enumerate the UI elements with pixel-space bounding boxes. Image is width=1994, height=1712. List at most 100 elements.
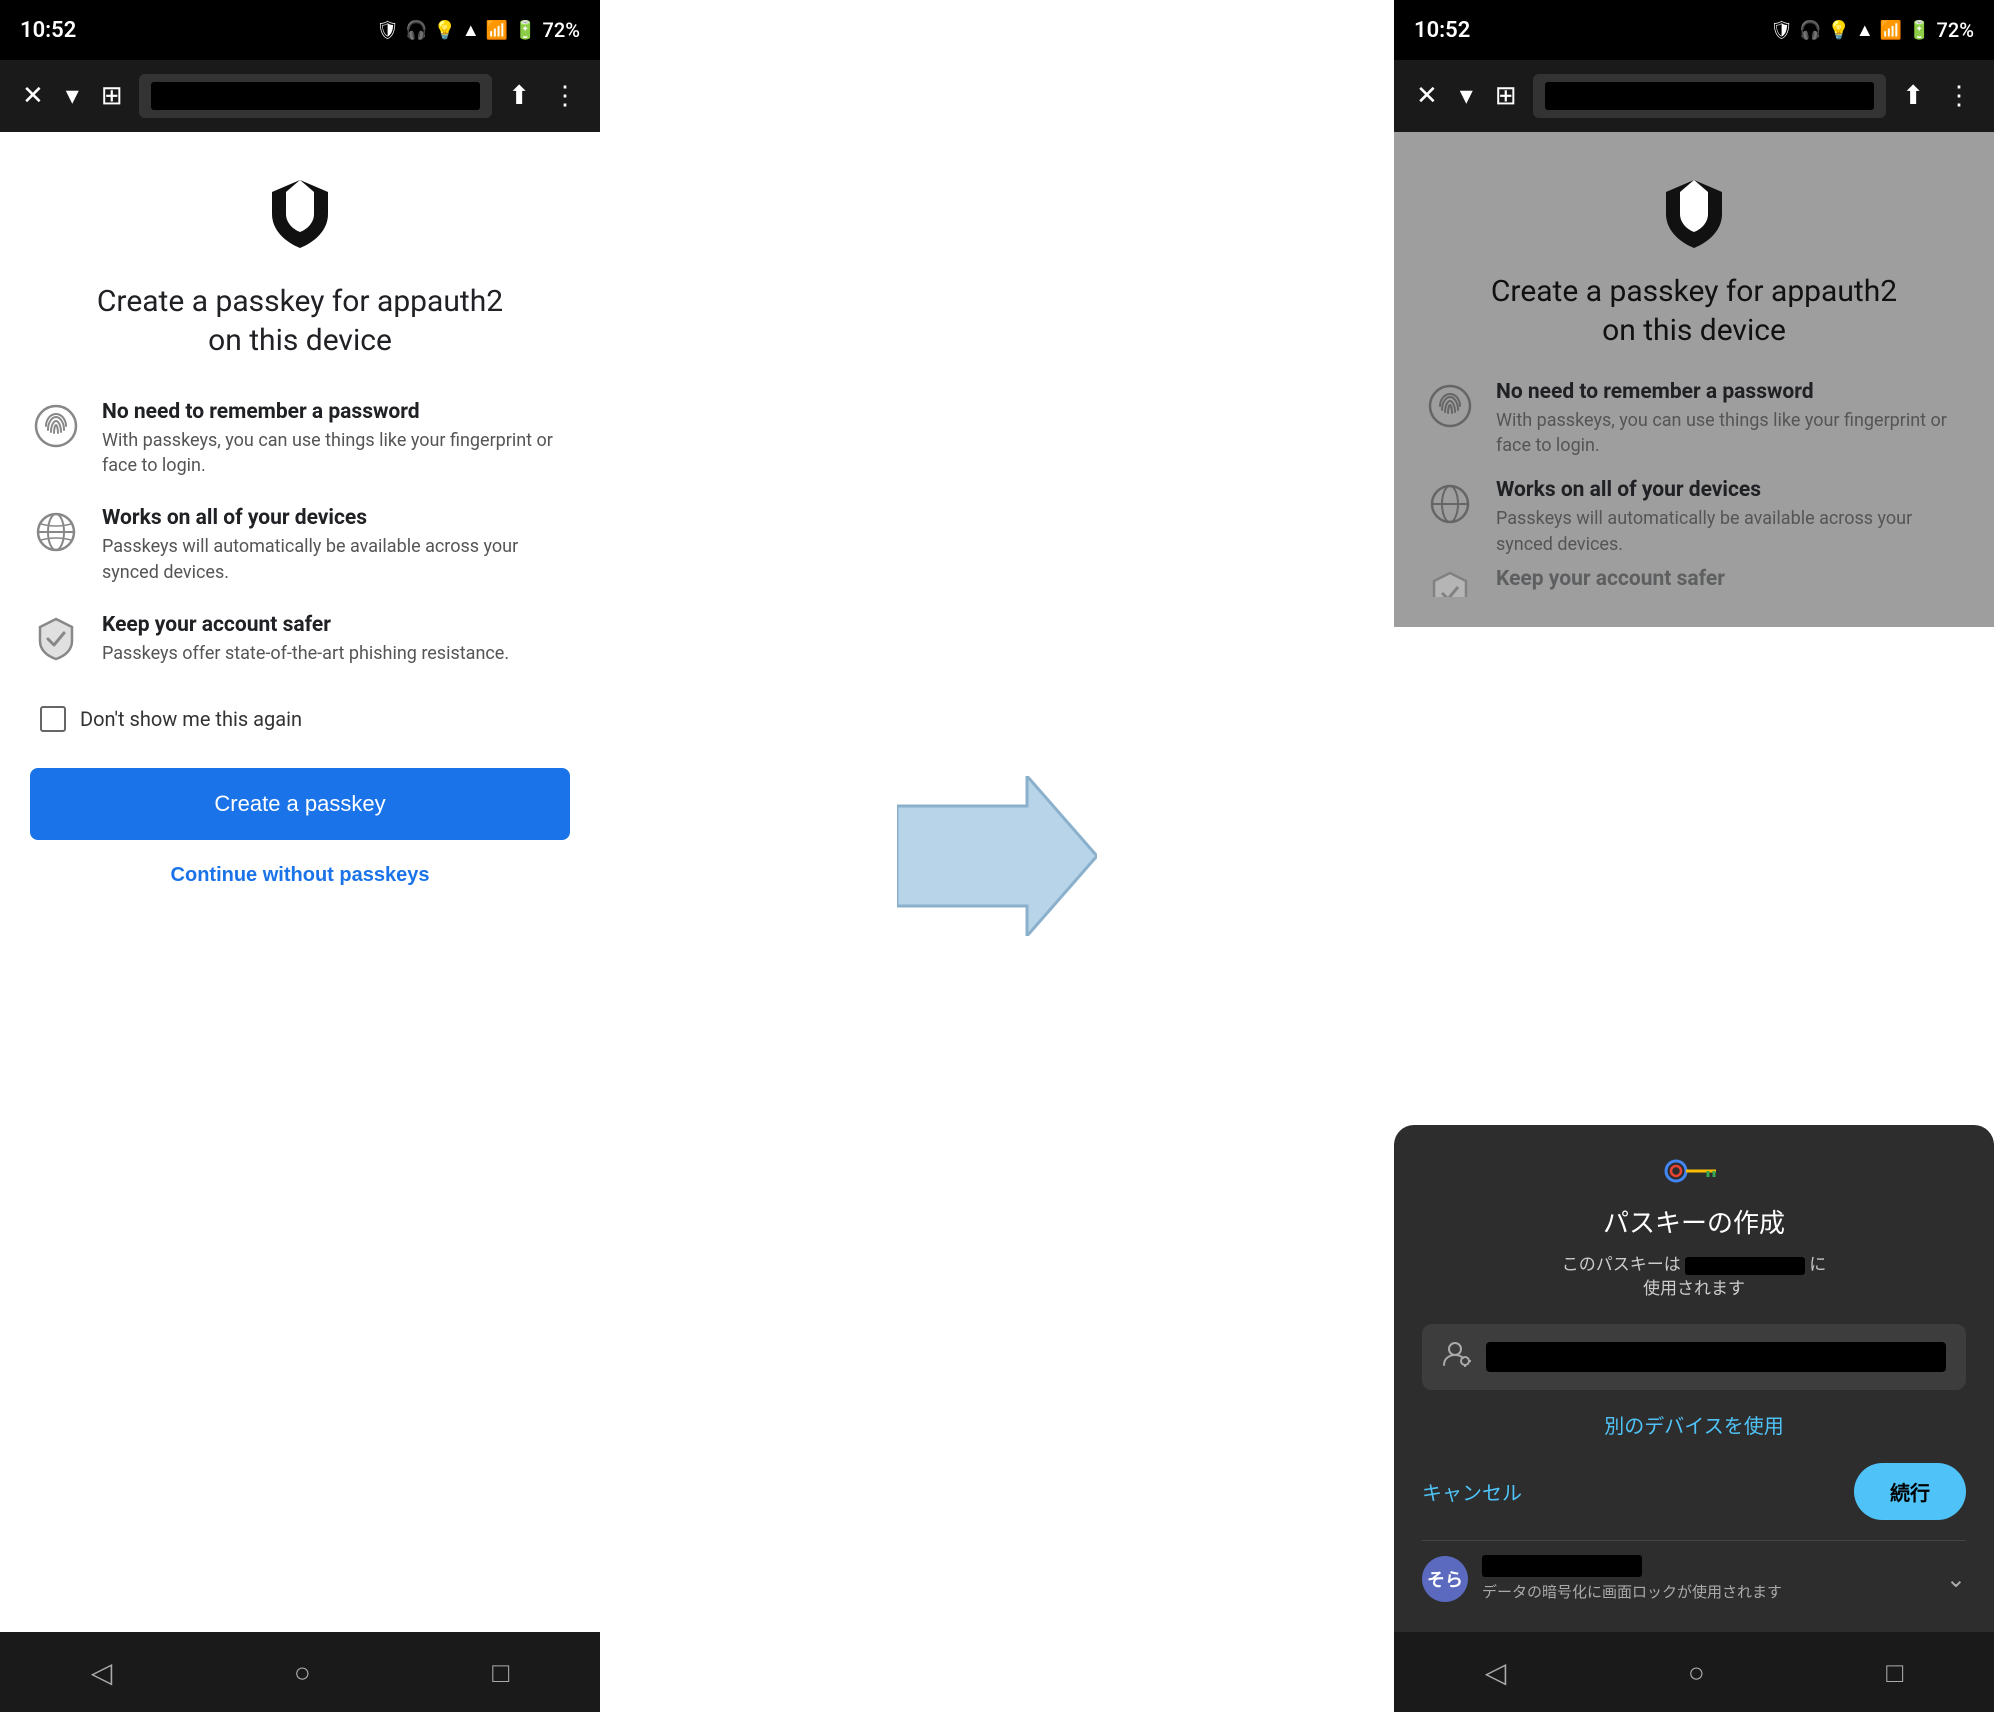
content-area-left: Create a passkey for appauth2on this dev… [0,132,600,1632]
url-bar-right[interactable] [1533,74,1887,118]
modal-chevron-icon[interactable]: ⌄ [1946,1565,1966,1593]
modal-title: パスキーの作成 [1422,1203,1966,1240]
feature-title-3: Keep your account safer [102,613,509,637]
arrow-container [600,0,1394,1712]
modal-account-row[interactable] [1422,1324,1966,1390]
shield-check-icon-r [1424,567,1476,597]
signal-icon: 📶 [486,20,508,41]
tabs-icon[interactable]: ⊞ [95,75,129,117]
feature-desc-2-r: Passkeys will automatically be available… [1496,506,1964,556]
phone-left: 10:52 🛡 🎧 💡 ▲ 📶 🔋 72% ✕ ▾ ⊞ ⬆ ⋮ C [0,0,600,1712]
recents-button-left[interactable]: □ [492,1656,509,1689]
bulb-icon: 💡 [433,20,455,41]
feature-text-fp-r: No need to remember a password With pass… [1496,380,1964,458]
user-avatar: そら [1422,1556,1468,1602]
back-button-left[interactable]: ◁ [91,1656,113,1689]
url-bar-left[interactable] [139,74,493,118]
modal-subtitle-prefix: このパスキーは [1562,1255,1681,1275]
appauth-logo-right [1654,172,1734,252]
feature-text-safer-r: Keep your account safer [1496,567,1725,595]
bottom-nav-right: ◁ ○ □ [1394,1632,1994,1712]
more-icon[interactable]: ⋮ [546,75,584,117]
status-bar-right: 10:52 🛡 🎧 💡 ▲ 📶 🔋 72% [1394,0,1994,60]
close-icon-r[interactable]: ✕ [1410,75,1444,117]
wifi-icon: ▲ [462,20,480,41]
modal-subtitle-used: 使用されます [1643,1279,1745,1299]
feature-safer: Keep your account safer Passkeys offer s… [30,613,570,666]
account-with-key-icon [1442,1339,1472,1376]
tabs-icon-r[interactable]: ⊞ [1489,75,1523,117]
feature-devices-r: Works on all of your devices Passkeys wi… [1424,478,1964,556]
feature-safer-r-partial: Keep your account safer [1424,567,1964,597]
right-main-content: Create a passkey for appauth2on this dev… [1394,132,1994,1632]
battery-icon: 🔋 [514,20,536,41]
bottom-nav-left: ◁ ○ □ [0,1632,600,1712]
feature-desc-3: Passkeys offer state-of-the-art phishing… [102,641,509,666]
features-list: No need to remember a password With pass… [30,400,570,666]
modal-cancel-button[interactable]: キャンセル [1422,1477,1522,1506]
modal-account-name-bar [1482,1555,1642,1577]
more-icon-r[interactable]: ⋮ [1940,75,1978,117]
shield-check-icon [30,613,82,665]
status-icons-left: 🛡 🎧 💡 ▲ 📶 🔋 72% [376,18,580,42]
battery-text-right: 72% [1937,18,1974,42]
home-button-right[interactable]: ○ [1688,1656,1705,1689]
battery-text-left: 72% [543,18,580,42]
appauth-logo [260,172,340,252]
continue-without-passkeys-link[interactable]: Continue without passkeys [171,864,430,887]
modal-bottom-account-left: そら データの暗号化に画面ロックが使用されます [1422,1555,1782,1602]
time-right: 10:52 [1414,18,1470,43]
time-left: 10:52 [20,18,76,43]
feature-text-safer: Keep your account safer Passkeys offer s… [102,613,509,666]
share-icon-r[interactable]: ⬆ [1896,75,1930,117]
modal-subtitle-ni: に [1809,1255,1826,1275]
main-title-right: Create a passkey for appauth2on this dev… [1491,272,1897,350]
headset-icon: 🎧 [405,20,427,41]
feature-devices: Works on all of your devices Passkeys wi… [30,506,570,584]
battery-icon-r: 🔋 [1908,20,1930,41]
feature-desc-1-r: With passkeys, you can use things like y… [1496,408,1964,458]
headset-icon-r: 🎧 [1799,20,1821,41]
bulb-icon-r: 💡 [1827,20,1849,41]
create-passkey-button[interactable]: Create a passkey [30,768,570,840]
feature-title-2-r: Works on all of your devices [1496,478,1964,502]
dont-show-row: Don't show me this again [40,706,302,732]
right-upper-area: Create a passkey for appauth2on this dev… [1394,132,1994,627]
close-icon[interactable]: ✕ [16,75,50,117]
recents-button-right[interactable]: □ [1886,1656,1903,1689]
status-icons-right: 🛡 🎧 💡 ▲ 📶 🔋 72% [1770,18,1974,42]
dont-show-checkbox[interactable] [40,706,66,732]
url-text-left [151,82,481,110]
shield-status-icon-r: 🛡 [1770,20,1793,41]
modal-key-icon-row [1422,1155,1966,1187]
feature-fingerprint-r: No need to remember a password With pass… [1424,380,1964,458]
modal-domain-redacted [1685,1257,1805,1275]
share-icon[interactable]: ⬆ [502,75,536,117]
globe-icon-r [1424,478,1476,530]
browser-bar-right: ✕ ▾ ⊞ ⬆ ⋮ [1394,60,1994,132]
feature-title-3-r: Keep your account safer [1496,567,1725,591]
fingerprint-icon-r [1424,380,1476,432]
signal-icon-r: 📶 [1880,20,1902,41]
feature-title-1: No need to remember a password [102,400,570,424]
back-button-right[interactable]: ◁ [1485,1656,1507,1689]
modal-buttons-row: キャンセル 続行 [1422,1463,1966,1520]
phone-right: 10:52 🛡 🎧 💡 ▲ 📶 🔋 72% ✕ ▾ ⊞ ⬆ ⋮ [1394,0,1994,1712]
modal-subtitle: このパスキーは に 使用されます [1422,1254,1966,1302]
modal-bottom-account: そら データの暗号化に画面ロックが使用されます ⌄ [1422,1540,1966,1612]
fingerprint-icon [30,400,82,452]
chevron-down-icon[interactable]: ▾ [60,75,85,117]
transition-arrow [897,776,1097,936]
browser-bar-left: ✕ ▾ ⊞ ⬆ ⋮ [0,60,600,132]
url-text-right [1545,82,1875,110]
wifi-icon-r: ▲ [1856,20,1874,41]
modal-continue-button[interactable]: 続行 [1854,1463,1966,1520]
dont-show-label: Don't show me this again [80,707,302,731]
status-bar-left: 10:52 🛡 🎧 💡 ▲ 📶 🔋 72% [0,0,600,60]
feature-fingerprint: No need to remember a password With pass… [30,400,570,478]
feature-title-2: Works on all of your devices [102,506,570,530]
right-upper-features: No need to remember a password With pass… [1424,380,1964,597]
modal-other-device-link[interactable]: 別のデバイスを使用 [1422,1410,1966,1439]
home-button-left[interactable]: ○ [294,1656,311,1689]
chevron-down-icon-r[interactable]: ▾ [1454,75,1479,117]
